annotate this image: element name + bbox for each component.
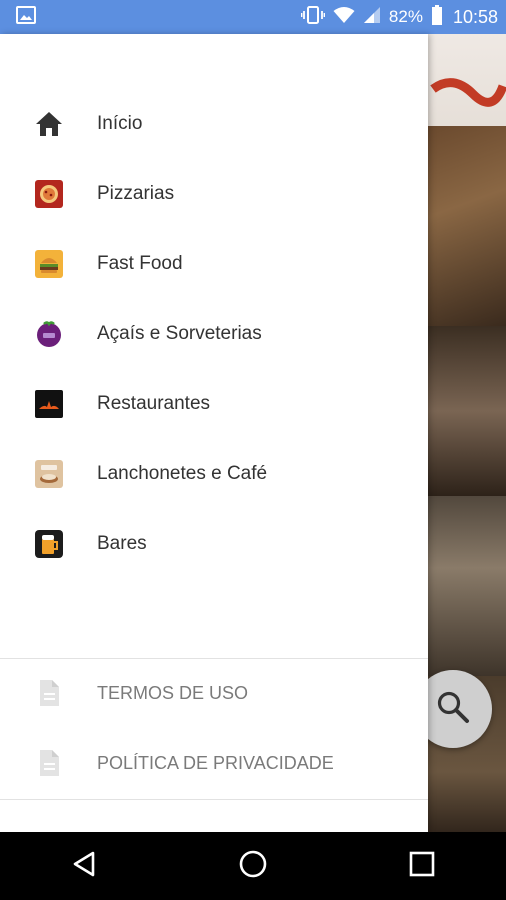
system-nav-bar (0, 832, 506, 900)
home-circle-icon (238, 849, 268, 884)
menu-item-termos-de-uso[interactable]: TERMOS DE USO (0, 658, 428, 728)
menu-item-bares[interactable]: Bares (0, 509, 428, 579)
document-icon (34, 678, 64, 708)
menu-item-label: Açaís e Sorveterias (97, 323, 262, 344)
image-icon (16, 5, 36, 30)
menu-item-label: Bares (97, 533, 147, 554)
menu-item-acais[interactable]: Açaís e Sorveterias (0, 299, 428, 369)
battery-percent: 82% (388, 7, 423, 26)
menu-item-pizzarias[interactable]: Pizzarias (0, 159, 428, 229)
drawer-header (0, 34, 428, 90)
signal-icon (363, 6, 381, 29)
background-image (428, 496, 506, 676)
cafe-icon (34, 459, 64, 489)
background-image (428, 34, 506, 126)
menu-item-label: TERMOS DE USO (97, 682, 249, 703)
background-image (428, 126, 506, 326)
pizza-icon (34, 179, 64, 209)
document-icon (34, 748, 64, 778)
home-button[interactable] (223, 836, 283, 896)
recents-icon (409, 851, 435, 882)
acai-icon (34, 319, 64, 349)
wifi-icon (333, 6, 355, 29)
drawer-divider (0, 799, 428, 800)
menu-item-label: Lanchonetes e Café (97, 463, 268, 484)
background-image (428, 326, 506, 496)
back-icon (71, 850, 97, 883)
home-icon (34, 109, 64, 139)
menu-item-label: Início (97, 113, 143, 134)
menu-item-label: Restaurantes (97, 393, 211, 414)
menu-item-lanchonetes[interactable]: Lanchonetes e Café (0, 439, 428, 509)
status-bar: 82% 10:58 (0, 0, 506, 34)
search-icon (436, 690, 470, 729)
beer-icon (34, 529, 64, 559)
menu-item-politica-de-privacidade[interactable]: POLÍTICA DE PRIVACIDADE (0, 728, 428, 798)
menu-item-label: POLÍTICA DE PRIVACIDADE (97, 752, 334, 773)
vibrate-icon (300, 5, 326, 30)
navigation-drawer: Início Pizzarias Fast Food Açaís e Sorve… (0, 34, 428, 832)
menu-item-restaurantes[interactable]: Restaurantes (0, 369, 428, 439)
menu-item-fast-food[interactable]: Fast Food (0, 229, 428, 299)
menu-item-inicio[interactable]: Início (0, 89, 428, 159)
menu-item-label: Fast Food (97, 253, 183, 274)
back-button[interactable] (54, 836, 114, 896)
battery-icon (431, 4, 443, 30)
recents-button[interactable] (392, 836, 452, 896)
restaurant-icon (34, 389, 64, 419)
clock: 10:58 (452, 6, 498, 27)
menu-item-label: Pizzarias (97, 183, 175, 204)
burger-icon (34, 249, 64, 279)
